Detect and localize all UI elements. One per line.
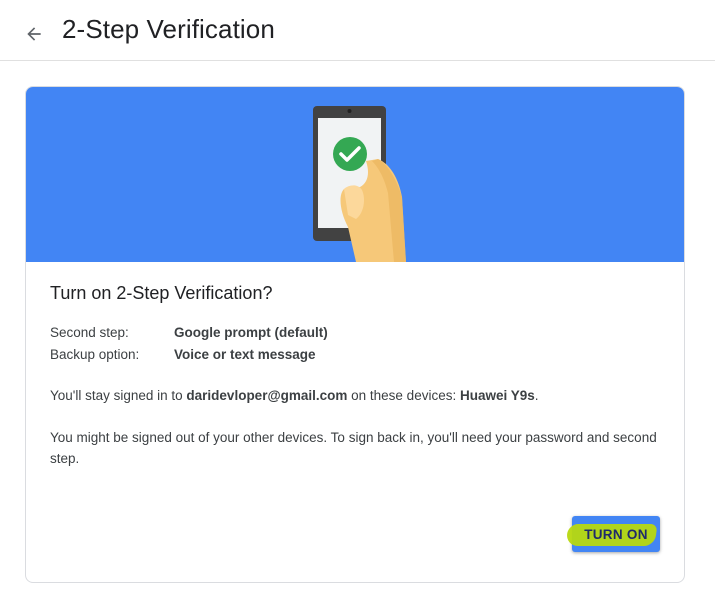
signed-in-prefix: You'll stay signed in to <box>50 388 187 403</box>
top-bar: 2-Step Verification <box>0 0 715 61</box>
backup-option-value: Voice or text message <box>174 347 316 362</box>
signed-in-middle: on these devices: <box>347 388 460 403</box>
checkmark-icon <box>333 137 367 171</box>
signed-in-suffix: . <box>534 388 539 403</box>
signed-in-note: You'll stay signed in to daridevloper@gm… <box>50 385 660 406</box>
signout-note: You might be signed out of your other de… <box>50 430 657 466</box>
second-step-value: Google prompt (default) <box>174 325 328 340</box>
phone-illustration <box>313 106 406 262</box>
hero-banner <box>26 87 684 262</box>
arrow-back-icon <box>27 27 41 41</box>
page-title: 2-Step Verification <box>62 14 275 44</box>
account-email: daridevloper@gmail.com <box>186 388 348 403</box>
second-step-label: Second step: <box>50 325 129 340</box>
verification-card: Turn on 2-Step Verification? Second step… <box>25 86 685 583</box>
card-title: Turn on 2-Step Verification? <box>50 283 273 303</box>
device-name: Huawei Y9s <box>459 388 535 403</box>
backup-option-label: Backup option: <box>50 347 140 362</box>
back-button[interactable] <box>20 20 48 48</box>
highlighter-mark <box>565 524 658 546</box>
